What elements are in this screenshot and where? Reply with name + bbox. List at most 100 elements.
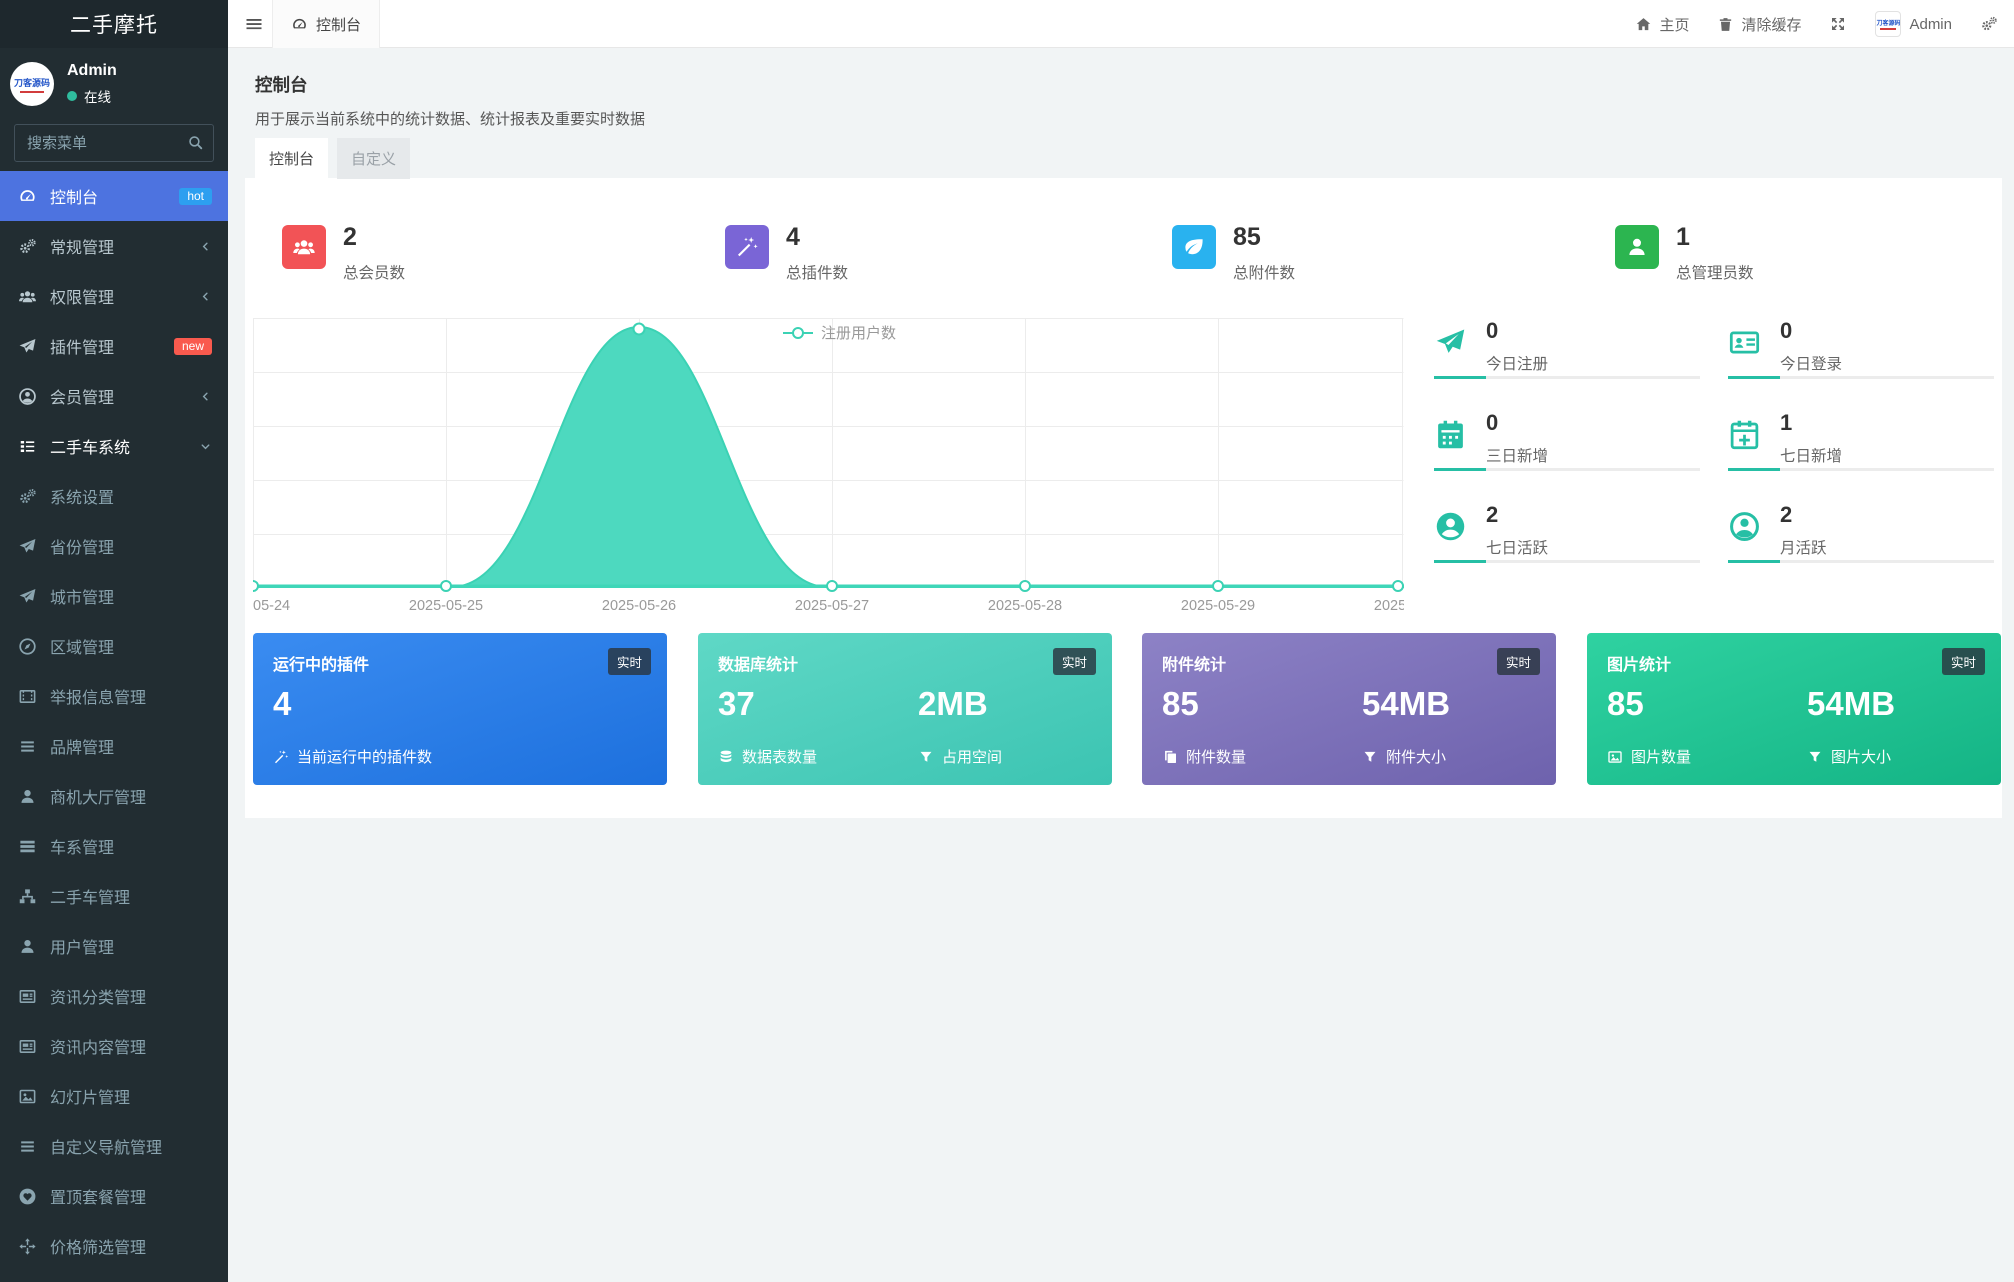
topbar: 控制台 主页 清除缓存 刀客源码Admin <box>228 0 2014 48</box>
user-status: 在线 <box>67 86 117 106</box>
underline <box>1434 468 1700 471</box>
image-icon <box>1607 749 1623 765</box>
gears-icon <box>18 487 37 506</box>
sidebar-item-report[interactable]: 举报信息管理 <box>0 671 228 721</box>
sidebar-item-province[interactable]: 省份管理 <box>0 521 228 571</box>
mini-stat-7day-active: 2七日活跃 <box>1434 502 1700 594</box>
x-tick: 2025-05-30 <box>1374 598 1404 614</box>
magic-wand-icon <box>273 749 289 765</box>
gears-icon <box>18 237 37 256</box>
topbar-tab-dashboard[interactable]: 控制台 <box>272 0 380 48</box>
sidebar-item-news-category[interactable]: 资讯分类管理 <box>0 971 228 1021</box>
sidebar-item-user-mgmt[interactable]: 用户管理 <box>0 921 228 971</box>
sidebar-item-price-filter[interactable]: 价格筛选管理 <box>0 1221 228 1271</box>
stat-total-admins: 1 总管理员数 <box>1615 225 1754 283</box>
avatar: 刀客源码 <box>1875 11 1901 37</box>
online-dot <box>67 91 77 101</box>
user-icon <box>18 937 37 956</box>
stat-total-members: 2总会员数 <box>282 225 405 283</box>
sidebar-item-usedcar-system[interactable]: 二手车系统 <box>0 421 228 471</box>
compass-icon <box>18 637 37 656</box>
card-database-stats: 数据库统计 实时 37 2MB 数据表数量 占用空间 <box>698 633 1112 785</box>
paper-plane-icon <box>18 337 37 356</box>
paper-plane-icon <box>18 587 37 606</box>
realtime-badge: 实时 <box>1942 648 1985 675</box>
id-card-icon <box>1728 326 1761 359</box>
search-input[interactable] <box>14 124 214 162</box>
brand-title: 二手摩托 <box>70 9 158 39</box>
gauge-icon <box>18 187 37 206</box>
card-running-addons: 运行中的插件 实时 4 当前运行中的插件数 <box>253 633 667 785</box>
tab-custom[interactable]: 自定义 <box>337 138 410 179</box>
hamburger-icon[interactable] <box>244 14 264 34</box>
sitemap-icon <box>18 887 37 906</box>
sidebar-item-custom-nav[interactable]: 自定义导航管理 <box>0 1121 228 1171</box>
calendar-plus-icon <box>1728 418 1761 451</box>
chevron-left-icon <box>199 240 212 253</box>
home-link[interactable]: 主页 <box>1635 14 1689 35</box>
sidebar-item-region[interactable]: 区域管理 <box>0 621 228 671</box>
sidebar-item-usedcar[interactable]: 二手车管理 <box>0 871 228 921</box>
move-icon <box>18 1237 37 1256</box>
card-image-stats: 图片统计 实时 85 54MB 图片数量 图片大小 <box>1587 633 2001 785</box>
underline <box>1728 468 1994 471</box>
sidebar-item-dashboard[interactable]: 控制台hot <box>0 171 228 221</box>
sidebar-item-series[interactable]: 车系管理 <box>0 821 228 871</box>
stat-value: 85 <box>1233 225 1295 250</box>
chevron-left-icon <box>199 290 212 303</box>
page-title: 控制台 <box>255 72 645 97</box>
list-icon <box>18 437 37 456</box>
stat-value: 4 <box>786 225 848 250</box>
card-attachment-stats: 附件统计 实时 85 54MB 附件数量 附件大小 <box>1142 633 1556 785</box>
tab-dashboard[interactable]: 控制台 <box>255 138 328 179</box>
hot-badge: hot <box>179 188 212 205</box>
realtime-badge: 实时 <box>608 648 651 675</box>
realtime-badge: 实时 <box>1497 648 1540 675</box>
registered-users-chart: 注册用户数 2025-05-24 2025-05-25 2025-05-26 2… <box>253 318 1404 618</box>
rocket-icon <box>1434 326 1467 359</box>
stat-label: 总附件数 <box>1233 261 1295 283</box>
search-icon <box>187 134 204 151</box>
sidebar-item-auth[interactable]: 权限管理 <box>0 271 228 321</box>
chevron-left-icon <box>199 390 212 403</box>
sidebar-item-top-package[interactable]: 置顶套餐管理 <box>0 1171 228 1221</box>
user-circle-icon <box>1728 510 1761 543</box>
user-name: Admin <box>67 62 117 80</box>
sidebar-item-brand-mgmt[interactable]: 品牌管理 <box>0 721 228 771</box>
stat-value: 1 <box>1676 225 1754 250</box>
content-tabs: 控制台 自定义 <box>255 138 410 179</box>
home-icon <box>1635 16 1652 33</box>
dashboard-panel: 2总会员数 4总插件数 85总附件数 1总管理员数 注册用户数 2025-05-… <box>245 178 2002 818</box>
sidebar-item-system-settings[interactable]: 系统设置 <box>0 471 228 521</box>
newspaper-icon <box>18 987 37 1006</box>
brand: 二手摩托 <box>0 0 228 48</box>
sidebar-item-general[interactable]: 常规管理 <box>0 221 228 271</box>
filter-icon <box>918 749 934 765</box>
sidebar-item-member[interactable]: 会员管理 <box>0 371 228 421</box>
settings-button[interactable] <box>1980 15 1998 33</box>
users-icon <box>18 287 37 306</box>
gears-icon <box>1980 15 1998 33</box>
sidebar-item-news-content[interactable]: 资讯内容管理 <box>0 1021 228 1071</box>
sidebar-item-city[interactable]: 城市管理 <box>0 571 228 621</box>
clear-cache-link[interactable]: 清除缓存 <box>1717 14 1801 35</box>
stat-label: 总管理员数 <box>1676 261 1754 283</box>
mini-stat-month-active: 2月活跃 <box>1728 502 1994 594</box>
chart-legend[interactable]: 注册用户数 <box>783 322 896 343</box>
image-icon <box>18 1087 37 1106</box>
x-tick: 2025-05-26 <box>602 598 676 614</box>
sidebar-item-slides[interactable]: 幻灯片管理 <box>0 1071 228 1121</box>
sidebar-item-business-hall[interactable]: 商机大厅管理 <box>0 771 228 821</box>
fullscreen-button[interactable] <box>1829 15 1847 33</box>
mini-stat-3day-new: 0三日新增 <box>1434 410 1700 502</box>
stat-total-attachments: 85 总附件数 <box>1172 225 1295 283</box>
user-circle-solid-icon <box>1434 510 1467 543</box>
user-menu[interactable]: 刀客源码Admin <box>1875 11 1952 37</box>
user-panel: 刀客源码 Admin 在线 <box>0 48 228 116</box>
trash-icon <box>1717 16 1734 33</box>
sidebar-item-addon[interactable]: 插件管理new <box>0 321 228 371</box>
magic-wand-icon <box>725 225 769 269</box>
avatar: 刀客源码 <box>10 62 54 106</box>
new-badge: new <box>174 338 212 355</box>
newspaper-icon <box>18 1037 37 1056</box>
